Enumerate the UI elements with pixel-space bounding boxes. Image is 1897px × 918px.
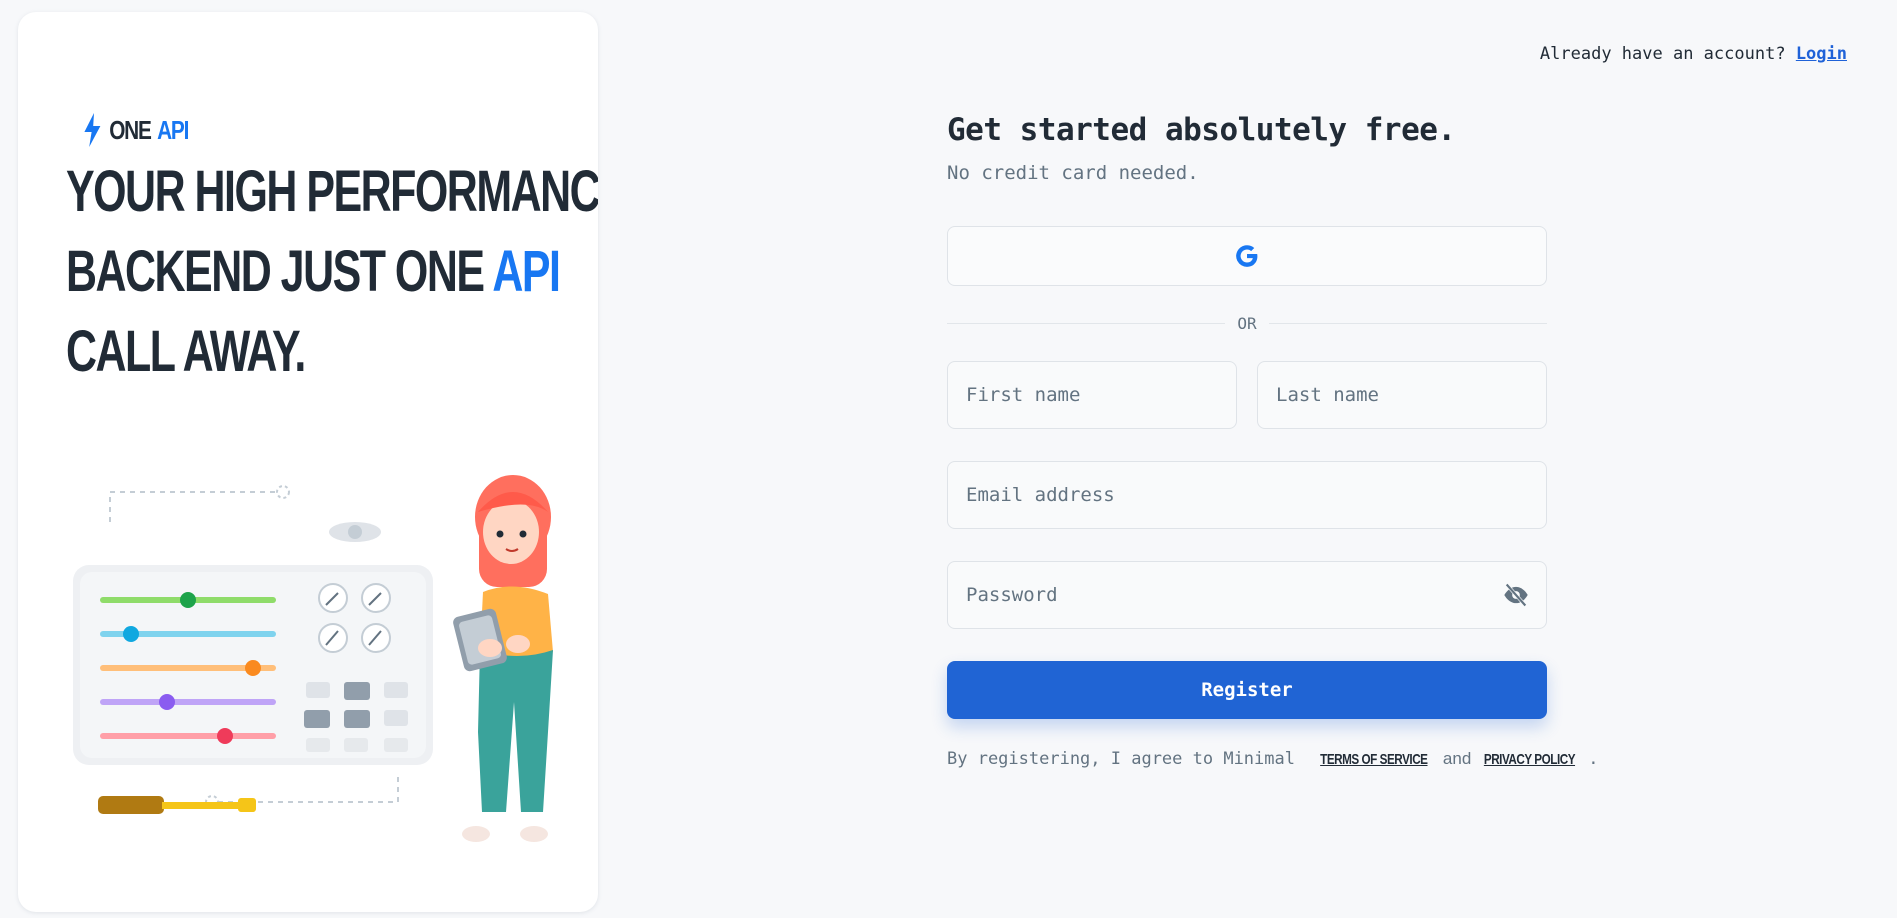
terms-and: and <box>1442 749 1472 768</box>
email-input[interactable] <box>964 483 1530 507</box>
login-link[interactable]: Login <box>1796 44 1847 64</box>
hero-line-1: YOUR HIGH PERFORMANCE <box>66 159 598 224</box>
terms-suffix: . <box>1588 749 1599 769</box>
hero-line-2-prefix: BACKEND JUST ONE <box>66 239 485 304</box>
first-name-field <box>947 361 1237 429</box>
password-field <box>947 561 1547 629</box>
hero-line-3: CALL AWAY. <box>66 319 306 384</box>
login-prompt-text: Already have an account? <box>1539 44 1786 64</box>
last-name-input[interactable] <box>1274 383 1530 407</box>
hero-headline: YOUR HIGH PERFORMANCE BACKEND JUST ONE A… <box>66 152 598 392</box>
password-input[interactable] <box>964 583 1502 607</box>
google-icon <box>1236 245 1258 267</box>
page-title: Get started absolutely free. <box>947 112 1456 148</box>
brand-logo[interactable]: ONE API <box>82 112 189 148</box>
hero-illustration <box>73 475 553 842</box>
hero-line-2-accent: API <box>492 239 561 304</box>
divider-label: OR <box>1237 314 1257 333</box>
divider-line <box>1268 323 1548 324</box>
hero-panel: ONE API YOUR HIGH PERFORMANCE BACKEND JUS… <box>18 12 598 912</box>
email-field <box>947 461 1547 529</box>
hero-line-2: BACKEND JUST ONE API <box>66 232 561 312</box>
page-subtitle: No credit card needed. <box>947 162 1199 184</box>
login-prompt: Already have an account? Login <box>1540 44 1847 64</box>
register-form: Get started absolutely free. No credit c… <box>947 112 1598 769</box>
terms-of-service-link[interactable]: Terms of Service <box>1320 751 1428 768</box>
brand-name-part1: ONE <box>109 114 152 145</box>
terms-notice: By registering, I agree to Minimal Terms… <box>947 749 1598 769</box>
eye-off-icon[interactable] <box>1502 581 1530 609</box>
google-signin-button[interactable] <box>947 226 1547 286</box>
or-divider: OR <box>947 314 1548 333</box>
last-name-field <box>1257 361 1547 429</box>
terms-prefix: By registering, I agree to Minimal <box>947 749 1295 769</box>
lightning-icon <box>84 113 101 147</box>
register-button[interactable]: Register <box>947 661 1547 719</box>
brand-name-part2: API <box>157 114 189 145</box>
first-name-input[interactable] <box>964 383 1220 407</box>
divider-line <box>947 323 1226 324</box>
privacy-policy-link[interactable]: Privacy Policy <box>1484 751 1576 768</box>
